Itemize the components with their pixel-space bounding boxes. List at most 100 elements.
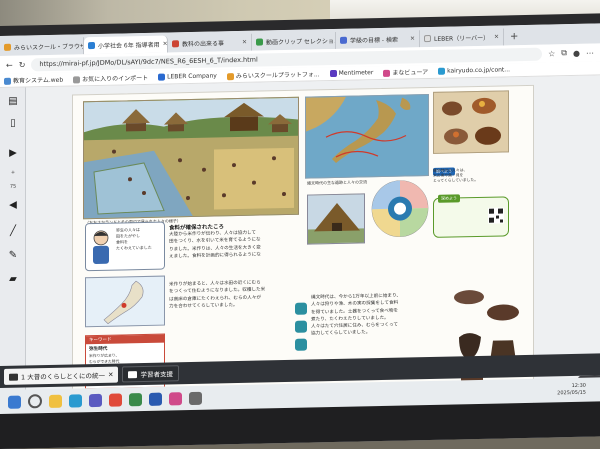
text-line: 協力してくらしていました。 [311,330,371,337]
browser-tab[interactable]: 動画クリップ セレクション✕ [252,31,336,51]
text-line: えました。食料を計画的に得られるようにな [169,252,261,260]
extensions-icon[interactable]: ⧉ [561,48,567,58]
worksheet-link-icon[interactable] [295,338,307,351]
bookmark-item[interactable]: Mentimeter [329,69,374,78]
close-icon[interactable]: ✕ [242,39,247,46]
browser-tab[interactable]: 教科の出来る事 ✕ [168,33,252,53]
bookmark-label: kairyudo.co.jp/cont... [447,66,511,75]
tab-favicon-icon [172,40,179,48]
bookmark-icon [226,73,234,81]
yayoi-village-illustration [83,96,299,220]
prev-page-icon[interactable]: ◀ [4,196,22,214]
bookmark-icon [383,69,391,77]
screen: みらいスクール・ブラウザ✕ 小学社会 6年 指導者用✕ 教科の出来る事✕ 動画ク… [0,23,600,449]
calendar-wheel-icon [371,180,429,237]
jomon-food-photo [433,90,509,154]
speech-text: 弥生の人々は 田をたがやし 食料を たくわえていました [116,227,164,252]
tab-label: 小学社会 6年 指導者用 [98,41,160,50]
browser-tab[interactable]: LEBER（リーバー） ✕ [420,28,504,48]
app-icon[interactable] [169,391,182,405]
app-icon[interactable] [129,392,142,406]
sidebar-toggle-icon[interactable]: ▯ [4,114,22,132]
eraser-icon[interactable]: ▰ [4,270,22,288]
chrome-icon[interactable] [109,392,122,407]
system-clock: 12:30 2025/05/15 [557,383,586,398]
notes-icon[interactable]: ▤ [4,92,22,110]
pen-icon[interactable]: ╱ [4,222,22,240]
body-paragraph: 米作りが始まると、人々は水田の近くにむら をつくって住むようになりました。収穫し… [169,279,297,311]
teams-icon[interactable] [89,393,102,407]
book-icon [9,373,18,381]
back-arrow-icon[interactable]: ← [6,60,13,69]
character-speech-box: 弥生の人々は 田をたがやし 食料を たくわえていました [85,221,165,272]
tab-label: 学級の目標 - 検索 [350,36,398,45]
bookmark-icon [158,73,166,81]
profile-icon[interactable]: ● [573,48,580,57]
word-icon[interactable] [149,392,162,406]
clock-date: 2025/05/15 [557,389,586,397]
village-scene-icon [84,97,299,220]
bookmark-icon [329,69,337,78]
marker-icon[interactable]: ✎ [4,246,22,264]
search-icon[interactable] [28,394,42,409]
book-icon [128,370,138,378]
side-note-text: 縄文時代の人々は、 木の実や魚・貝を とってくらしていました。 [433,166,509,183]
tab-label: みらいスクール・ブラウザ [14,43,84,52]
star-icon[interactable]: ☆ [548,49,555,58]
bookmark-item[interactable]: まなビューア [383,67,428,77]
new-tab-button[interactable]: + [504,28,524,45]
browser-tab[interactable]: 学級の目標 - 検索 ✕ [336,30,420,49]
bookmark-label: みらいスクールプラットフォ... [235,71,320,81]
body-paragraph: 大陸から米作りが伝わり、人々は協力して 田をつくり、水を引いて米を育てるようにな… [169,229,297,261]
folder-icon [73,76,81,84]
japan-relief-map-icon [306,94,429,179]
bookmark-label: 教育システム.web [13,76,64,85]
pit-dwelling-photo [307,193,365,245]
qr-code-icon[interactable] [488,207,504,224]
start-icon[interactable] [8,395,21,409]
text-line: とってくらしていました。 [433,177,479,184]
file-explorer-icon[interactable] [49,394,62,408]
app-icon[interactable] [189,391,202,405]
page-indicator: 75 [9,183,17,190]
monitor-bezel: みらいスクール・ブラウザ✕ 小学社会 6年 指導者用✕ 教科の出来る事✕ 動画ク… [0,13,600,449]
bookmark-label: お気に入りのインポート [82,74,149,84]
close-icon[interactable]: ✕ [163,40,168,47]
bookmark-item[interactable]: LEBER Company [158,72,217,81]
side-notes: 調べよう 縄文時代の人々は、 木の実や魚・貝を とってくらしていました。 深めよ… [433,156,509,268]
bookmark-item[interactable]: お気に入りのインポート [73,73,148,84]
bookmark-label: まなビューア [392,69,429,77]
next-page-icon[interactable]: ▶ [4,144,22,162]
japan-map-icon [103,280,144,325]
map-caption: 縄文時代の主な遺跡と人々の交流 [307,179,367,186]
video-link-icon[interactable] [295,302,307,315]
content-link-icons [295,302,307,357]
edge-icon[interactable] [69,393,82,408]
close-icon[interactable]: ✕ [494,34,499,41]
tab-label: 動画クリップ セレクション [266,37,336,47]
bookmark-icon [4,77,11,85]
bookmark-label: Mentimeter [338,69,374,77]
text-line: 力を合わせてくらしていました。 [169,302,238,310]
close-icon[interactable]: ✕ [108,371,113,379]
tag-badge: 深めよう [438,194,460,203]
learner-support-button[interactable]: 学習者支援 [122,365,179,383]
reload-icon[interactable]: ↻ [19,60,26,69]
tab-favicon-icon [256,38,263,46]
audio-link-icon[interactable] [295,320,307,333]
browser-tab[interactable]: みらいスクール・ブラウザ✕ [0,37,84,56]
chapter-label: 1 大昔のくらしとくにの統一 [21,371,106,382]
bookmark-item[interactable]: みらいスクールプラットフォ... [226,69,320,81]
tab-label: 教科の出来る事 [182,40,225,49]
browser-tab-active[interactable]: 小学社会 6年 指導者用 ✕ [84,35,168,55]
chapter-button[interactable]: 1 大昔のくらしとくにの統一 ✕ [4,366,119,385]
close-icon[interactable]: ✕ [410,35,415,42]
bookmark-item[interactable]: 教育システム.web [4,75,63,85]
bookmark-icon [438,67,446,75]
tab-favicon-icon [88,42,95,50]
bookmark-item[interactable]: kairyudo.co.jp/cont... [438,66,510,75]
body-paragraph: 縄文時代は、今から1万年以上前に始まり、 人々は狩りや漁、木の実の採集をして食料… [311,292,447,339]
bookmark-label: LEBER Company [167,72,217,81]
qr-note-box: 深めよう [433,194,509,238]
menu-icon[interactable]: ⋯ [586,48,594,57]
